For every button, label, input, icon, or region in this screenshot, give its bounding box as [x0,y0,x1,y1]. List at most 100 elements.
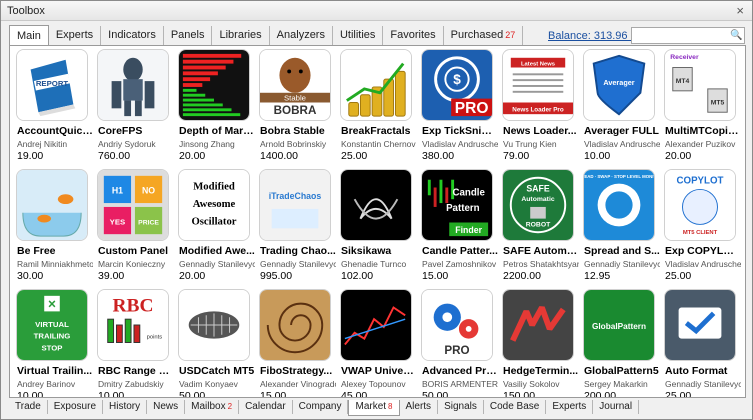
product-thumbnail[interactable]: RBC points [97,289,169,361]
product-thumbnail[interactable]: Candle Pattern Finder [421,169,493,241]
product-thumbnail[interactable] [340,169,412,241]
bottom-tab-market[interactable]: Market 8 [348,400,400,416]
product-thumbnail[interactable] [97,49,169,121]
product-card[interactable]: $ PRO Exp TickSnipe... Vladislav Andrusche.… [419,49,500,169]
product-author: Dmitry Zabudskiy [98,379,164,389]
product-card[interactable]: Latest News News Loader Pro News Loader...… [500,49,581,169]
product-thumbnail[interactable]: REPORT [16,49,88,121]
product-thumbnail[interactable] [259,289,331,361]
bottom-tab-mailbox[interactable]: Mailbox 2 [185,400,240,414]
product-price: 45.00 [341,390,368,398]
product-price: 15.00 [422,270,449,282]
product-card[interactable]: Modified Awesome Oscillator Modified Awe...… [176,169,257,289]
bottom-tab-calendar[interactable]: Calendar [239,400,293,414]
tab-main[interactable]: Main [9,25,49,46]
product-name: GlobalPattern5 [584,365,659,377]
product-price: 30.00 [17,270,44,282]
tab-favorites[interactable]: Favorites [383,26,444,45]
product-thumbnail[interactable]: COPYLOT MT5 CLIENT [664,169,736,241]
tab-experts[interactable]: Experts [49,26,102,45]
product-image: Candle Pattern Finder [422,170,492,240]
product-card[interactable]: HedgeTermin... Vasiliy Sokolov 150.00 [500,289,581,397]
product-name: Siksikawa [341,245,392,257]
product-price: 12.95 [584,270,611,282]
product-card[interactable]: × VIRTUAL TRAILING STOP Virtual Trailin... An… [14,289,95,397]
bottom-tab-trade[interactable]: Trade [9,400,48,414]
bottom-tab-signals[interactable]: Signals [438,400,484,414]
product-thumbnail[interactable] [16,169,88,241]
close-icon[interactable]: × [736,3,744,18]
tab-label: Main [17,30,41,42]
product-card[interactable]: Averager Averager FULL Vladislav Andrusche… [581,49,662,169]
bottom-tab-news[interactable]: News [147,400,186,414]
bottom-tab-company[interactable]: Company [293,400,349,414]
product-thumbnail[interactable]: Modified Awesome Oscillator [178,169,250,241]
product-card[interactable]: iTradeChaos Trading Chao... Gennadiy Stani… [257,169,338,289]
svg-text:Latest News: Latest News [521,62,555,68]
product-thumbnail[interactable]: Latest News News Loader Pro [502,49,574,121]
tab-libraries[interactable]: Libraries [212,26,270,45]
product-card[interactable]: BreakFractals Konstantin Chernov 25.00 [338,49,419,169]
product-thumbnail[interactable]: Receiver MT4 MT5 [664,49,736,121]
bottom-tab-exposure[interactable]: Exposure [48,400,104,414]
product-thumbnail[interactable]: GlobalPattern [583,289,655,361]
tab-indicators[interactable]: Indicators [101,26,164,45]
product-card[interactable]: SPREAD · SWAP · STOP LEVEL MONITOR Spread… [581,169,662,289]
bottom-tab-label: Mailbox [191,401,226,412]
bottom-tab-experts[interactable]: Experts [546,400,594,414]
product-thumbnail[interactable] [664,289,736,361]
tab-analyzers[interactable]: Analyzers [270,26,333,45]
product-card[interactable]: COPYLOT MT5 CLIENT Exp COPYLOT... Vladislav… [662,169,743,289]
product-thumbnail[interactable]: Stable BOBRA [259,49,331,121]
product-thumbnail[interactable] [340,289,412,361]
product-card[interactable]: Depth of Market Jinsong Zhang 20.00 [176,49,257,169]
bottom-tab-label: Market [355,401,387,412]
product-thumbnail[interactable]: SPREAD · SWAP · STOP LEVEL MONITOR [583,169,655,241]
product-image: × VIRTUAL TRAILING STOP [17,290,87,360]
product-thumbnail[interactable] [178,49,250,121]
product-thumbnail[interactable] [178,289,250,361]
product-image: Modified Awesome Oscillator [179,170,249,240]
bottom-tab-alerts[interactable]: Alerts [400,400,439,414]
product-name: HedgeTermin... [503,365,579,377]
product-thumbnail[interactable]: SAFE Automatic ROBOT [502,169,574,241]
product-name: Custom Panel [98,245,169,257]
product-card[interactable]: SAFE Automatic ROBOT SAFE Automat... Petros … [500,169,581,289]
product-thumbnail[interactable] [502,289,574,361]
search-input[interactable] [631,27,745,44]
product-card[interactable]: FiboStrategy... Alexander Vinogradov 15.00 [257,289,338,397]
product-thumbnail[interactable]: PRO [421,289,493,361]
product-card[interactable]: USDCatch MT5 Vadim Konyaev 50.00 [176,289,257,397]
product-card[interactable]: REPORT AccountQuick... Andrej Nikitin 19.00 [14,49,95,169]
product-thumbnail[interactable]: H1 NO YES PRICE [97,169,169,241]
product-card[interactable]: CoreFPS Andriy Sydoruk 760.00 [95,49,176,169]
bottom-tab-code-base[interactable]: Code Base [484,400,547,414]
bottom-tab-history[interactable]: History [103,400,148,414]
product-card[interactable]: GlobalPattern GlobalPattern5 Sergey Makark… [581,289,662,397]
tab-purchased[interactable]: Purchased 27 [444,26,524,45]
product-thumbnail[interactable]: × VIRTUAL TRAILING STOP [16,289,88,361]
product-card[interactable]: Siksikawa Ghenadie Turnco 102.00 [338,169,419,289]
product-image [341,50,411,120]
product-image: RBC points [98,290,168,360]
product-thumbnail[interactable]: Averager [583,49,655,121]
product-thumbnail[interactable] [340,49,412,121]
product-card[interactable]: Stable BOBRA Bobra Stable Arnold Bobrinskiy… [257,49,338,169]
product-card[interactable]: Candle Pattern Finder Candle Patter... Pavel… [419,169,500,289]
svg-text:$: $ [453,72,461,87]
product-card[interactable]: Auto Format Gennadiy Stanilevych 25.00 [662,289,743,397]
bottom-tab-journal[interactable]: Journal [593,400,640,414]
tab-utilities[interactable]: Utilities [333,26,384,45]
product-name: News Loader... [503,125,577,137]
product-thumbnail[interactable]: iTradeChaos [259,169,331,241]
tab-panels[interactable]: Panels [164,26,213,45]
product-thumbnail[interactable]: $ PRO [421,49,493,121]
product-card[interactable]: PRO Advanced Pric... BORIS ARMENTEROS50.00 [419,289,500,397]
search-icon[interactable]: 🔍 [730,29,743,42]
svg-text:points: points [147,335,163,341]
product-card[interactable]: Receiver MT4 MT5 MultiMTCopie... Alexander P… [662,49,743,169]
product-card[interactable]: Be Free Ramil Minniakhmetov 30.00 [14,169,95,289]
product-card[interactable]: RBC points RBC Range Ba... Dmitry Zabudskiy… [95,289,176,397]
product-card[interactable]: VWAP Universal Alexey Topounov 45.00 [338,289,419,398]
product-card[interactable]: H1 NO YES PRICE Custom Panel Marcin Konieczny… [95,169,176,289]
